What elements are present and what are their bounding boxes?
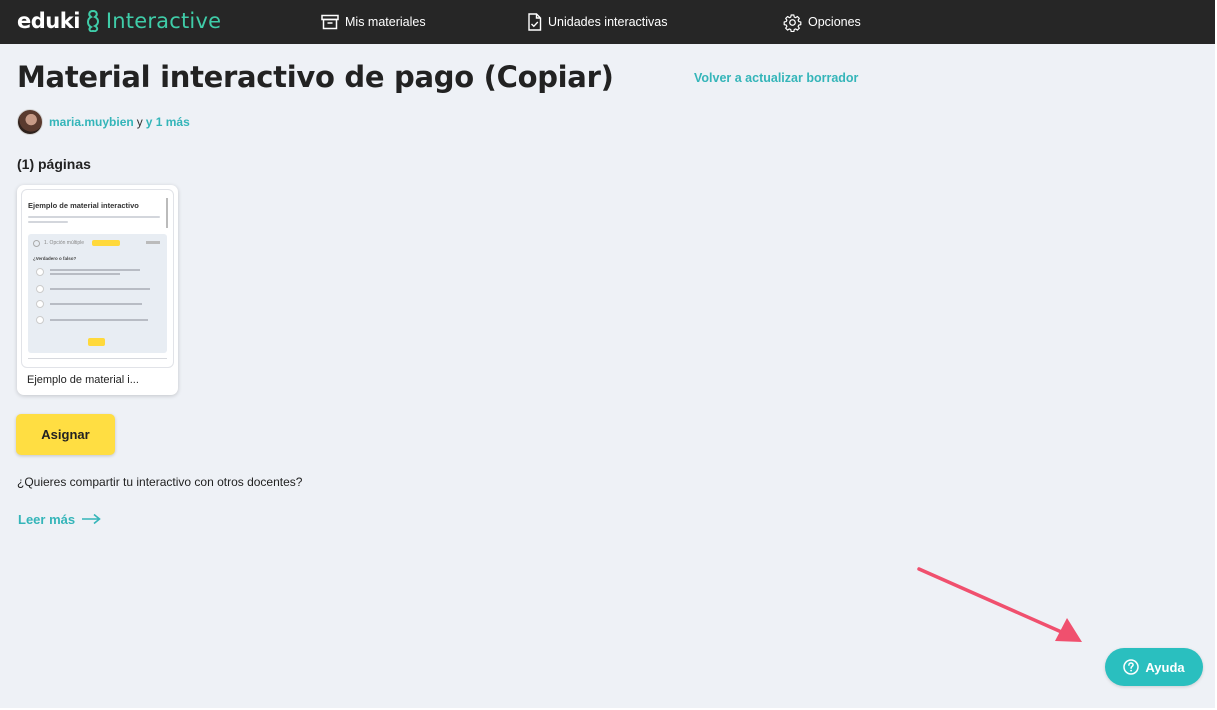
thumbnail-text-line bbox=[28, 216, 160, 218]
read-more-label: Leer más bbox=[18, 511, 76, 527]
help-button[interactable]: Ayuda bbox=[1105, 648, 1203, 686]
thumbnail-option-text bbox=[50, 273, 120, 275]
assign-button[interactable]: Asignar bbox=[16, 414, 115, 455]
logo-eduki-text: eduki bbox=[17, 9, 80, 33]
page-title: Material interactivo de pago (Copiar) bbox=[17, 60, 614, 94]
thumbnail-question-box: 1. Opción múltiple ¿Verdadero o falso? bbox=[28, 234, 167, 353]
eduki-interactive-logo[interactable]: eduki Interactive bbox=[17, 6, 221, 36]
page-thumbnail: Ejemplo de material interactivo 1. Opció… bbox=[21, 189, 174, 368]
read-more-link[interactable]: Leer más bbox=[18, 510, 101, 528]
more-authors-link[interactable]: y 1 más bbox=[146, 115, 190, 129]
avatar[interactable] bbox=[17, 109, 43, 135]
thumbnail-check-button bbox=[88, 338, 105, 346]
nav-unidades-interactivas[interactable]: Unidades interactivas bbox=[527, 11, 668, 33]
thumbnail-option bbox=[36, 285, 44, 293]
authors-row: maria.muybien y y 1 más bbox=[17, 109, 190, 135]
authors-connector: y bbox=[136, 115, 143, 129]
pages-count: (1) páginas bbox=[17, 156, 91, 172]
thumbnail-option-text bbox=[50, 303, 142, 305]
nav-opciones-label: Opciones bbox=[808, 15, 861, 29]
author-link[interactable]: maria.muybien bbox=[49, 115, 134, 129]
top-nav-bar: eduki Interactive Mis materiales Unidade… bbox=[0, 0, 1215, 44]
logo-product-text: Interactive bbox=[105, 9, 222, 33]
thumbnail-text-line bbox=[28, 221, 68, 223]
archive-box-icon bbox=[321, 14, 339, 30]
logo-mark-icon bbox=[86, 10, 99, 32]
page-card-label: Ejemplo de material i... bbox=[27, 374, 139, 386]
thumbnail-points bbox=[146, 241, 160, 244]
page: eduki Interactive Mis materiales Unidade… bbox=[0, 0, 1215, 708]
thumbnail-title: Ejemplo de material interactivo bbox=[28, 201, 139, 210]
thumbnail-option bbox=[36, 316, 44, 324]
thumbnail-option bbox=[36, 268, 44, 276]
nav-opciones[interactable]: Opciones bbox=[783, 11, 861, 33]
thumbnail-scrollbar bbox=[166, 198, 168, 228]
thumbnail-question-label: 1. Opción múltiple bbox=[44, 240, 85, 246]
thumbnail-tag bbox=[92, 240, 120, 246]
thumbnail-option bbox=[36, 300, 44, 308]
document-check-icon bbox=[528, 13, 542, 31]
question-circle-icon bbox=[1123, 659, 1140, 675]
annotation-arrow-icon bbox=[917, 567, 1082, 642]
page-card[interactable]: Ejemplo de material interactivo 1. Opció… bbox=[17, 185, 178, 395]
thumbnail-option-text bbox=[50, 288, 150, 290]
nav-mis-materiales[interactable]: Mis materiales bbox=[321, 11, 426, 33]
thumbnail-option-text bbox=[50, 319, 148, 321]
nav-mis-materiales-label: Mis materiales bbox=[345, 15, 426, 29]
gear-icon bbox=[783, 13, 802, 32]
arrow-right-icon bbox=[82, 513, 101, 525]
share-question: ¿Quieres compartir tu interactivo con ot… bbox=[17, 475, 303, 489]
nav-unidades-interactivas-label: Unidades interactivas bbox=[548, 15, 668, 29]
refresh-draft-link[interactable]: Volver a actualizar borrador bbox=[694, 71, 858, 85]
thumbnail-option-text bbox=[50, 269, 140, 271]
thumbnail-question: ¿Verdadero o falso? bbox=[33, 256, 77, 261]
thumbnail-question-marker bbox=[33, 240, 40, 247]
help-button-label: Ayuda bbox=[1145, 659, 1185, 675]
thumbnail-divider bbox=[28, 358, 167, 359]
